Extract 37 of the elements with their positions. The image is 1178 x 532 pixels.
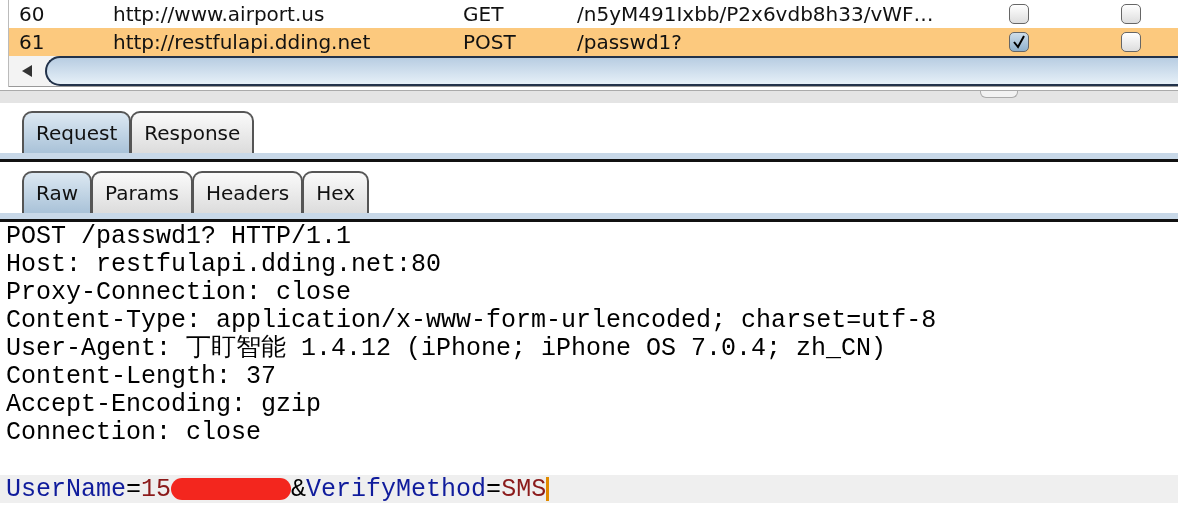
table-cell-text: POST [462, 30, 517, 54]
tab[interactable]: Response [130, 111, 255, 153]
param-name: VerifyMethod [306, 474, 487, 504]
tab[interactable]: Raw [22, 171, 93, 213]
request-line: User-Agent: 丁盯智能 1.4.12 (iPhone; iPhone OS 7.0.4; zh_CN) [6, 334, 887, 363]
tab[interactable]: Headers [191, 171, 304, 213]
param-value: SMS [501, 474, 547, 504]
checkbox[interactable] [1121, 32, 1141, 52]
table-cell-text: GET [462, 2, 505, 26]
checkbox[interactable] [1009, 4, 1029, 24]
checkbox[interactable] [1121, 4, 1141, 24]
request-line: Proxy-Connection: close [6, 278, 352, 307]
param-value: 15 [141, 474, 172, 504]
request-line: Connection: close [6, 418, 262, 447]
table-cell-text: http://restfulapi.dding.net [112, 30, 372, 54]
operator: = [486, 474, 502, 504]
param-name: UserName [6, 474, 127, 504]
request-line: Content-Length: 37 [6, 362, 277, 391]
request-line: Accept-Encoding: gzip [6, 390, 322, 419]
text-cursor [546, 477, 550, 501]
tab[interactable]: Params [91, 171, 193, 213]
table-row[interactable]: 61 http://restfulapi.dding.net POST /passwd1? [9, 28, 1178, 56]
scroll-left-icon[interactable] [20, 64, 34, 78]
table-cell-text: /passwd1? [576, 30, 683, 54]
operator: & [291, 474, 307, 504]
table-cell-text: /n5yM491Ixbb/P2x6vdb8h33/vWF… [576, 2, 935, 26]
table-cell-text: 60 [18, 2, 46, 26]
request-line: Host: restfulapi.dding.net:80 [6, 250, 442, 279]
table-cell-text: http://www.airport.us [112, 2, 326, 26]
request-line: Content-Type: application/x-www-form-urlencoded; charset=utf-8 [6, 306, 937, 335]
checkbox[interactable] [1009, 32, 1029, 52]
tab[interactable]: Request [22, 111, 132, 153]
operator: = [126, 474, 142, 504]
splitter-handle[interactable] [980, 91, 1018, 98]
tab[interactable]: Hex [302, 171, 369, 213]
request-line: POST /passwd1? HTTP/1.1 [6, 222, 352, 251]
table-cell-text: 61 [18, 30, 46, 54]
